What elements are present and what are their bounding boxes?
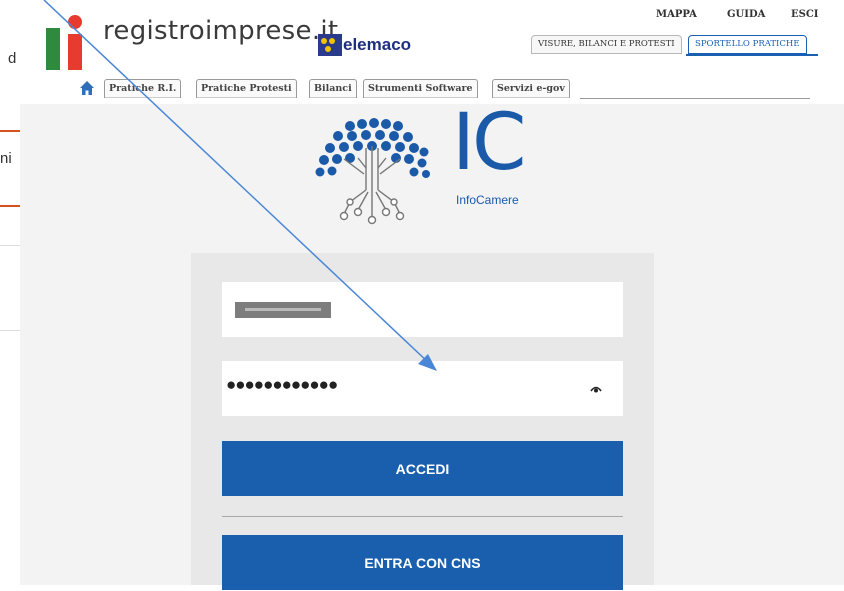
infocamere-tree-logo-icon (315, 118, 430, 225)
link-esci[interactable]: ESCI (791, 9, 818, 20)
tab-sportello-pratiche[interactable]: SPORTELLO PRATICHE (688, 35, 807, 54)
tab-strumenti-software[interactable]: Strumenti Software (363, 79, 478, 98)
left-divider (0, 205, 20, 207)
brand-name[interactable]: registroimprese.it (103, 16, 338, 46)
infocamere-name: InfoCamere (456, 193, 519, 207)
home-icon[interactable] (79, 80, 95, 96)
tab-visure-bilanci-protesti[interactable]: VISURE, BILANCI E PROTESTI (531, 35, 682, 54)
entra-con-cns-button[interactable]: ENTRA CON CNS (222, 535, 623, 590)
active-segment-underline (686, 54, 818, 56)
link-guida[interactable]: GUIDA (727, 9, 765, 20)
eye-icon[interactable] (590, 384, 602, 394)
password-mask: ●●●●●●●●●●●● (226, 375, 338, 394)
left-divider (0, 130, 20, 132)
left-background-window (0, 0, 20, 585)
left-window-text: d (8, 50, 17, 67)
tab-servizi-egov[interactable]: Servizi e-gov (492, 79, 570, 98)
login-divider (222, 516, 623, 517)
left-window-text: ni (0, 150, 12, 167)
redacted-username (235, 302, 331, 318)
tab-pratiche-ri[interactable]: Pratiche R.I. (104, 79, 182, 98)
eu-flag-icon (318, 34, 342, 56)
tabs-baseline (580, 98, 810, 99)
accedi-button[interactable]: ACCEDI (222, 441, 623, 496)
tab-bilanci[interactable]: Bilanci (309, 79, 357, 98)
link-mappa[interactable]: MAPPA (656, 9, 697, 20)
registroimprese-logo-icon[interactable] (46, 10, 98, 70)
tab-pratiche-protesti[interactable]: Pratiche Protesti (196, 79, 297, 98)
left-divider (0, 245, 20, 246)
left-divider (0, 330, 20, 331)
telemaco-wordmark: elemaco (343, 35, 412, 54)
infocamere-letters: IC (452, 98, 526, 188)
